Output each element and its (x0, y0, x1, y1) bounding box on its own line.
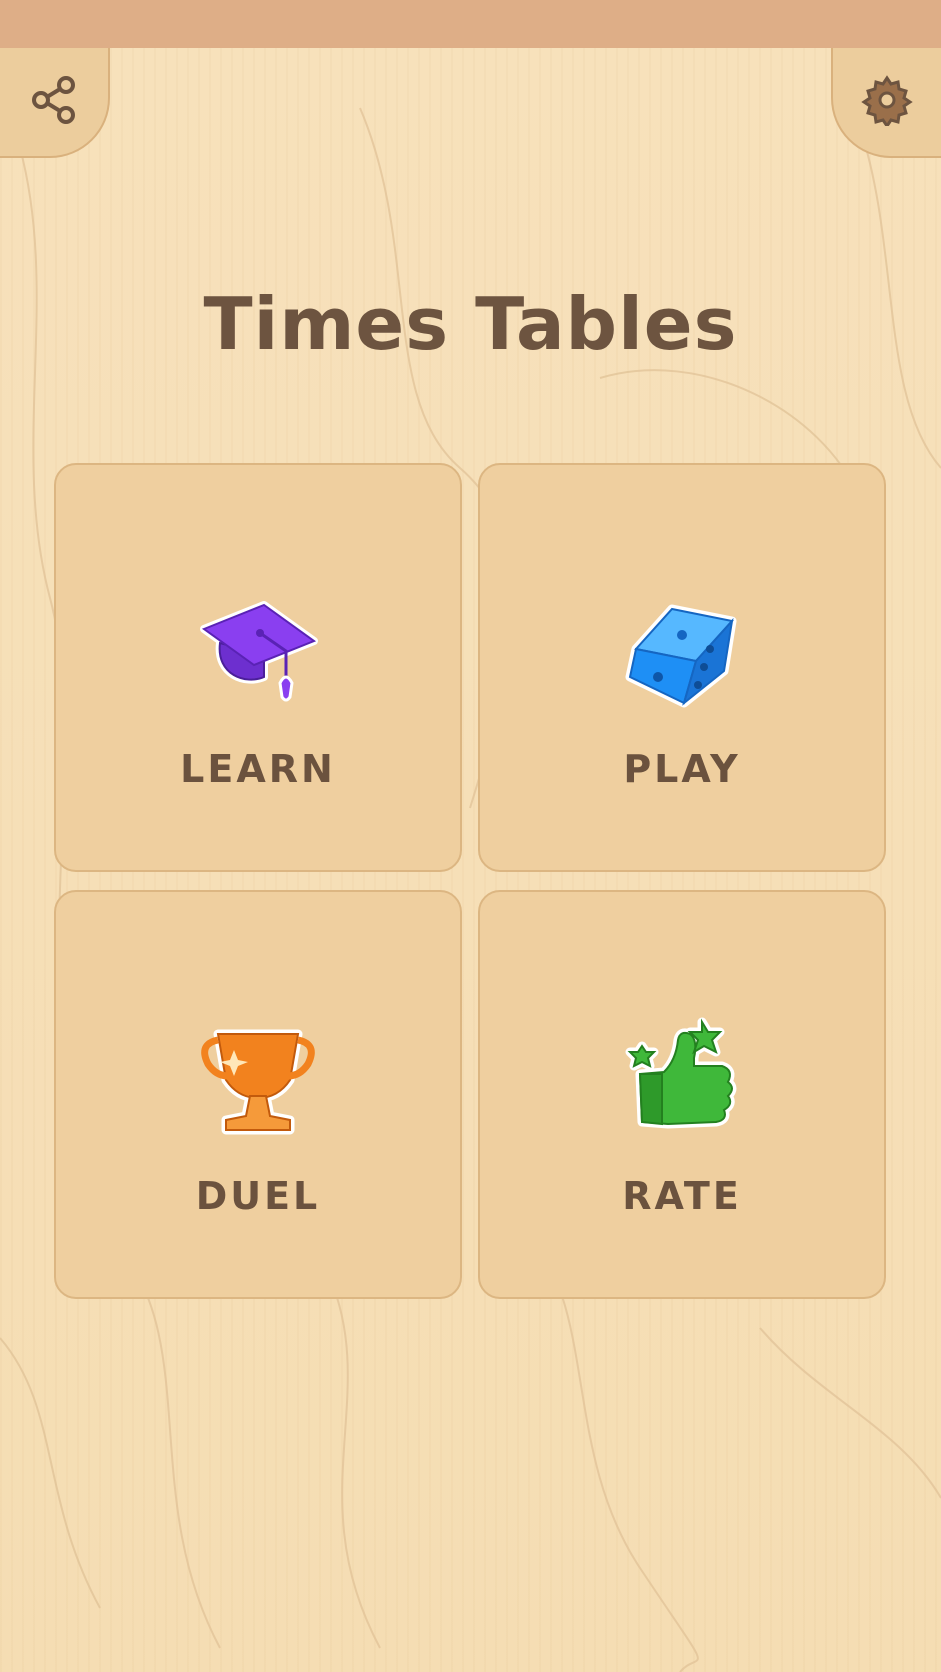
play-button[interactable]: PLAY (478, 463, 886, 872)
top-strip (0, 0, 941, 48)
learn-button[interactable]: LEARN (54, 463, 462, 872)
rate-label: RATE (622, 1174, 742, 1218)
learn-label: LEARN (180, 747, 336, 791)
graduation-cap-icon (194, 585, 322, 713)
trophy-icon (194, 1012, 322, 1140)
dice-icon (618, 585, 746, 713)
duel-button[interactable]: DUEL (54, 890, 462, 1299)
play-label: PLAY (623, 747, 741, 791)
page-title: Times Tables (203, 282, 738, 366)
gear-icon (861, 74, 913, 130)
thumbs-up-icon (618, 1012, 746, 1140)
rate-button[interactable]: RATE (478, 890, 886, 1299)
share-icon (28, 74, 80, 130)
duel-label: DUEL (195, 1174, 321, 1218)
